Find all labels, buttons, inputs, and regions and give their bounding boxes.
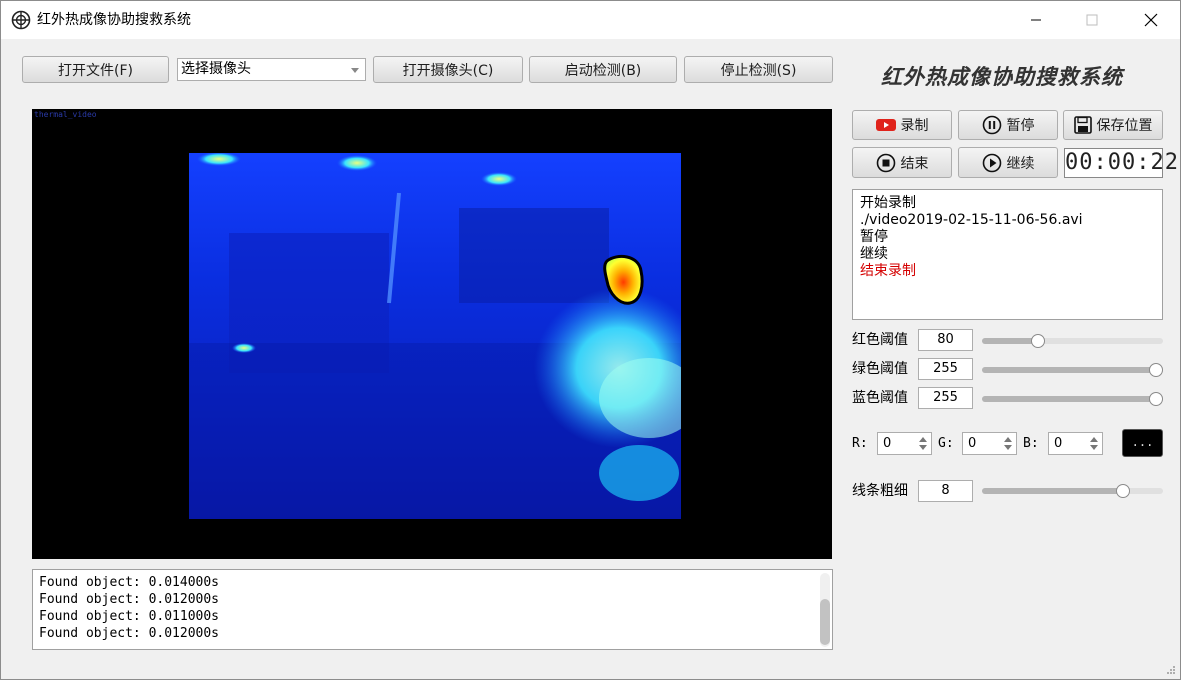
log-scrollbar[interactable] — [820, 573, 830, 647]
b-value: 0 — [1054, 436, 1063, 451]
camera-select-value: 选择摄像头 — [181, 61, 251, 77]
blue-threshold-input[interactable]: 255 — [918, 387, 973, 409]
minimize-icon — [1031, 19, 1041, 21]
green-threshold-slider[interactable] — [982, 363, 1163, 377]
status-line: ./video2019-02-15-11-06-56.avi — [860, 212, 1083, 228]
stop-detect-label: 停止检测(S) — [720, 62, 797, 79]
detection-log[interactable]: Found object: 0.014000s Found object: 0.… — [32, 569, 833, 650]
resize-grip-icon[interactable] — [1166, 665, 1176, 675]
open-file-button[interactable]: 打开文件(F) — [22, 56, 169, 83]
spin-down-icon[interactable] — [1090, 445, 1098, 450]
resume-label: 继续 — [1006, 155, 1035, 172]
pause-label: 暂停 — [1006, 118, 1035, 134]
blue-threshold-slider[interactable] — [982, 392, 1163, 406]
dropdown-arrow-icon — [351, 68, 359, 73]
g-spinbox[interactable]: 0 — [962, 432, 1017, 455]
red-threshold-slider[interactable] — [982, 334, 1163, 348]
window-title: 红外热成像协助搜救系统 — [37, 12, 191, 28]
r-spinbox[interactable]: 0 — [877, 432, 932, 455]
spin-down-icon[interactable] — [919, 445, 927, 450]
status-line-end: 结束录制 — [860, 263, 916, 279]
record-button[interactable]: 录制 — [852, 110, 952, 140]
slider-fill — [982, 367, 1163, 373]
pause-button[interactable]: 暂停 — [958, 110, 1058, 140]
spin-down-icon[interactable] — [1004, 445, 1012, 450]
camera-select[interactable]: 选择摄像头 — [177, 58, 366, 81]
start-detect-label: 启动检测(B) — [564, 62, 642, 79]
b-label: B: — [1023, 436, 1039, 451]
spin-up-icon[interactable] — [919, 437, 927, 442]
record-label: 录制 — [900, 118, 929, 134]
line-width-slider[interactable] — [982, 484, 1163, 498]
blue-threshold-label: 蓝色阈值 — [852, 390, 908, 406]
b-spinbox[interactable]: 0 — [1048, 432, 1103, 455]
stop-record-label: 结束 — [900, 155, 929, 172]
status-line: 继续 — [860, 246, 888, 262]
color-picker-button[interactable]: ... — [1122, 429, 1163, 457]
log-line: Found object: 0.014000s — [39, 575, 220, 590]
open-camera-label: 打开摄像头(C) — [402, 62, 494, 79]
record-video-icon — [875, 119, 896, 131]
thermal-image — [189, 153, 681, 519]
video-display: thermal_video — [32, 109, 832, 559]
red-threshold-input[interactable]: 80 — [918, 329, 973, 351]
close-button[interactable] — [1128, 1, 1174, 39]
slider-handle[interactable] — [1149, 392, 1163, 406]
log-line: Found object: 0.012000s — [39, 592, 220, 607]
log-line: Found object: 0.011000s — [39, 609, 220, 624]
close-icon — [1144, 13, 1158, 27]
log-scroll-thumb[interactable] — [820, 599, 830, 645]
slider-fill — [982, 338, 1039, 344]
spin-up-icon[interactable] — [1004, 437, 1012, 442]
main-window: 红外热成像协助搜救系统 打开文件(F) 选择摄像头 打开摄像头(C) 启动检测(… — [0, 0, 1181, 680]
maximize-icon — [1086, 14, 1098, 26]
save-disk-icon — [1073, 116, 1092, 134]
status-line: 开始录制 — [860, 195, 916, 211]
maximize-button[interactable] — [1069, 1, 1115, 39]
save-location-label: 保存位置 — [1096, 118, 1153, 134]
play-icon — [982, 153, 1001, 172]
slider-fill — [982, 488, 1124, 494]
open-file-label: 打开文件(F) — [58, 62, 133, 79]
slider-handle[interactable] — [1116, 484, 1131, 498]
spin-up-icon[interactable] — [1090, 437, 1098, 442]
line-width-input[interactable]: 8 — [918, 480, 973, 502]
r-value: 0 — [883, 436, 892, 451]
log-line: Found object: 0.012000s — [39, 626, 220, 641]
pause-icon — [982, 115, 1001, 135]
minimize-button[interactable] — [1013, 1, 1059, 39]
start-detect-button[interactable]: 启动检测(B) — [529, 56, 677, 83]
green-threshold-input[interactable]: 255 — [918, 358, 973, 380]
stop-detect-button[interactable]: 停止检测(S) — [684, 56, 833, 83]
slider-handle[interactable] — [1031, 334, 1046, 348]
stop-record-button[interactable]: 结束 — [852, 147, 952, 178]
title-bar: 红外热成像协助搜救系统 — [1, 1, 1180, 39]
open-camera-button[interactable]: 打开摄像头(C) — [373, 56, 523, 83]
green-threshold-label: 绿色阈值 — [852, 361, 908, 377]
record-timer: 00:00:22 — [1064, 148, 1178, 178]
resume-button[interactable]: 继续 — [958, 147, 1058, 178]
red-threshold-label: 红色阈值 — [852, 332, 908, 348]
r-label: R: — [852, 436, 868, 451]
g-label: G: — [938, 436, 954, 451]
save-location-button[interactable]: 保存位置 — [1063, 110, 1163, 140]
stop-icon — [876, 153, 895, 172]
line-width-label: 线条粗细 — [852, 483, 908, 499]
detection-log-lines: Found object: 0.014000s Found object: 0.… — [39, 574, 219, 642]
status-line: 暂停 — [860, 229, 888, 245]
app-heading: 红外热成像协助搜救系统 — [881, 65, 1123, 89]
record-status-log[interactable]: 开始录制 ./video2019-02-15-11-06-56.avi 暂停 继… — [852, 189, 1163, 320]
app-crosshair-icon — [11, 10, 31, 30]
slider-handle[interactable] — [1149, 363, 1163, 377]
video-corner-text: thermal_video — [34, 110, 97, 119]
g-value: 0 — [968, 436, 977, 451]
slider-fill — [982, 396, 1163, 402]
